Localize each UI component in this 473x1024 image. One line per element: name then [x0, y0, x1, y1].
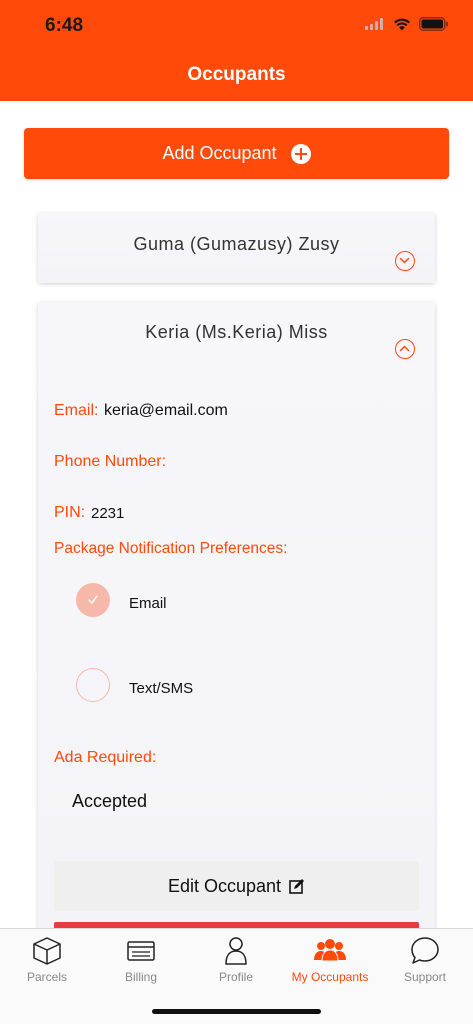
edit-icon	[289, 879, 305, 894]
tab-label: My Occupants	[291, 970, 369, 984]
occupant-card[interactable]: Guma (Gumazusy) Zusy	[38, 213, 435, 283]
tab-profile[interactable]: Profile	[189, 935, 283, 984]
add-occupant-label: Add Occupant	[162, 143, 277, 163]
chat-bubble-icon	[411, 937, 439, 964]
email-value: keria@email.com	[104, 402, 228, 419]
tab-label: Profile	[218, 970, 253, 984]
phone-label: Phone Number:	[54, 453, 167, 470]
tab-label: Support	[403, 970, 447, 984]
tab-my-occupants[interactable]: My Occupants	[283, 935, 377, 984]
signal-icon	[365, 18, 383, 30]
email-pref-radio[interactable]	[76, 583, 110, 617]
edit-occupant-button[interactable]: Edit Occupant	[54, 861, 419, 911]
group-icon	[314, 939, 346, 962]
box-icon	[33, 937, 61, 965]
status-time: 6:48	[45, 15, 84, 36]
tab-billing[interactable]: Billing	[94, 935, 188, 984]
person-icon	[225, 937, 247, 965]
occupant-name: Guma (Gumazusy) Zusy	[133, 234, 340, 254]
app-header: 6:48 Occupants	[0, 0, 473, 101]
sms-pref-radio[interactable]	[76, 668, 110, 702]
email-label: Email:	[54, 402, 99, 419]
notification-prefs-label: Package Notification Preferences:	[54, 540, 288, 557]
pin-label: PIN:	[54, 504, 86, 521]
sms-pref-label: Text/SMS	[129, 680, 194, 697]
occupant-card-expanded[interactable]: Keria (Ms.Keria) Miss Email: keria@email…	[38, 302, 435, 962]
ada-label: Ada Required:	[54, 749, 157, 766]
occupant-name: Keria (Ms.Keria) Miss	[145, 322, 328, 342]
tab-label: Parcels	[26, 970, 67, 984]
edit-occupant-label: Edit Occupant	[167, 875, 282, 896]
billing-card-icon	[127, 941, 155, 961]
battery-icon	[419, 17, 448, 31]
chevron-down-icon[interactable]	[395, 251, 415, 271]
status-bar: 6:48	[0, 0, 473, 54]
tab-parcels[interactable]: Parcels	[0, 935, 94, 984]
plus-circle-icon	[290, 143, 311, 164]
wifi-icon	[394, 18, 410, 30]
add-occupant-button[interactable]: Add Occupant	[24, 128, 449, 179]
pin-value: 2231	[91, 505, 125, 522]
tab-support[interactable]: Support	[378, 935, 472, 984]
checkmark-icon	[88, 595, 98, 604]
chevron-up-icon[interactable]	[395, 339, 415, 359]
email-pref-label: Email	[129, 595, 167, 612]
page-title: Occupants	[187, 64, 286, 85]
status-icons	[365, 17, 449, 31]
home-indicator	[152, 1009, 321, 1014]
ada-value: Accepted	[72, 791, 148, 811]
tab-label: Billing	[124, 970, 157, 984]
